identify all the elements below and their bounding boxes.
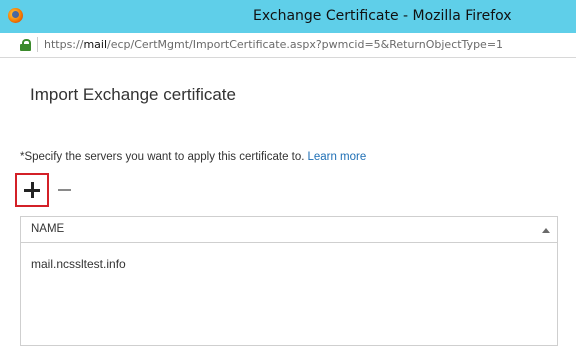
sort-ascending-icon[interactable] — [542, 228, 550, 233]
address-bar[interactable]: https://mail/ecp/CertMgmt/ImportCertific… — [0, 33, 576, 58]
url-path: /ecp/CertMgmt/ImportCertificate.aspx?pwm… — [107, 38, 504, 51]
address-separator — [37, 37, 38, 52]
page-title: Import Exchange certificate — [30, 85, 236, 104]
url-text[interactable]: https://mail/ecp/CertMgmt/ImportCertific… — [44, 38, 503, 51]
instruction-text: *Specify the servers you want to apply t… — [20, 151, 366, 163]
servers-grid: NAME mail.ncssltest.info — [20, 216, 558, 346]
learn-more-link[interactable]: Learn more — [307, 151, 366, 163]
window-title: Exchange Certificate - Mozilla Firefox — [253, 8, 512, 24]
window-titlebar: Exchange Certificate - Mozilla Firefox — [0, 0, 576, 33]
table-row[interactable]: mail.ncssltest.info — [21, 254, 557, 274]
minus-icon — [58, 189, 71, 191]
url-host: mail — [83, 38, 108, 51]
server-name-cell: mail.ncssltest.info — [31, 257, 126, 271]
column-header-name[interactable]: NAME — [31, 223, 64, 235]
url-prefix: https:// — [44, 38, 84, 51]
firefox-icon — [8, 8, 23, 23]
lock-icon[interactable] — [20, 39, 31, 51]
instruction-label: *Specify the servers you want to apply t… — [20, 151, 305, 163]
add-server-button[interactable] — [15, 173, 49, 207]
remove-server-button[interactable] — [56, 180, 74, 198]
grid-header[interactable]: NAME — [21, 217, 557, 243]
